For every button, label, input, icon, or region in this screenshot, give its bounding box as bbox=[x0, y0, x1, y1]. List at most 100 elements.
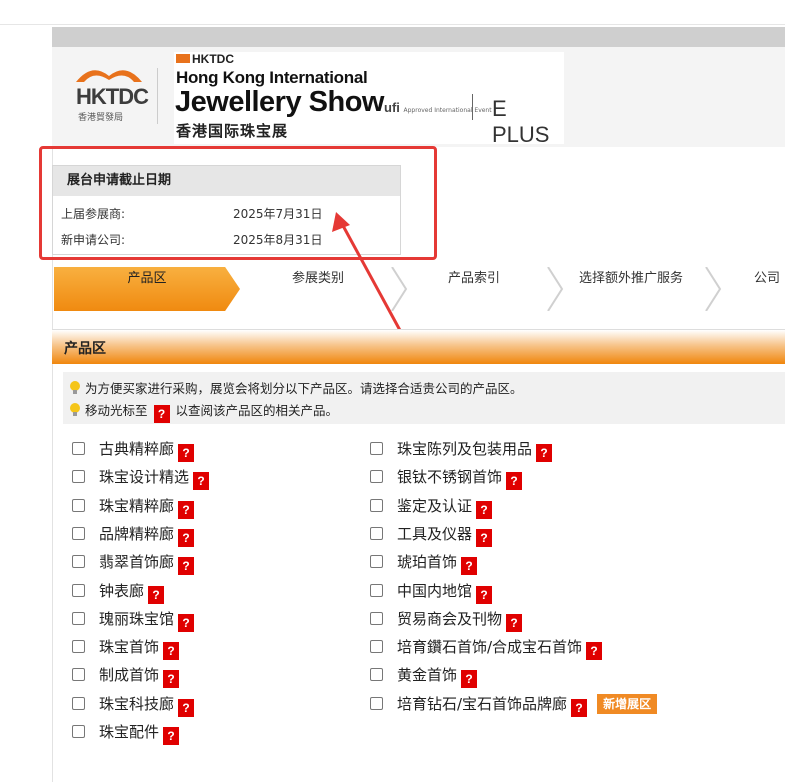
zone-label[interactable]: 珠宝陈列及包装用品? bbox=[397, 438, 553, 462]
help-icon[interactable]: ? bbox=[461, 670, 478, 688]
hktdc-logo[interactable]: HKTDC 香港貿發局 bbox=[72, 62, 152, 128]
help-icon[interactable]: ? bbox=[163, 642, 180, 660]
zone-name: 珠宝陈列及包装用品 bbox=[397, 440, 533, 458]
zone-checkbox[interactable] bbox=[370, 668, 383, 681]
zone-label[interactable]: 鉴定及认证? bbox=[397, 495, 493, 519]
jewellery-show-banner: HKTDC Hong Kong International Jewellery … bbox=[174, 52, 564, 147]
zone-checkbox[interactable] bbox=[72, 640, 85, 653]
zone-label[interactable]: 工具及仪器? bbox=[397, 523, 493, 547]
zone-label[interactable]: 黄金首饰? bbox=[397, 664, 478, 688]
zone-name: 培育钻石/宝石首饰品牌廊 bbox=[397, 695, 568, 713]
step-label: 产品索引 bbox=[447, 271, 500, 286]
tip-text: 为方便买家进行采购，展览会将划分以下产品区。请选择合适贵公司的产品区。 bbox=[85, 381, 523, 396]
zone-label[interactable]: 制成首饰? bbox=[99, 664, 180, 688]
zone-label[interactable]: 钟表廊? bbox=[99, 580, 165, 604]
zone-checkbox[interactable] bbox=[370, 584, 383, 597]
zone-label[interactable]: 银钛不锈钢首饰? bbox=[397, 466, 523, 490]
help-icon[interactable]: ? bbox=[178, 699, 195, 717]
help-icon[interactable]: ? bbox=[476, 586, 493, 604]
tips-box: 为方便买家进行采购，展览会将划分以下产品区。请选择合适贵公司的产品区。 移动光标… bbox=[63, 372, 785, 424]
section-title: 产品区 bbox=[64, 341, 106, 357]
zone-name: 古典精粹廊 bbox=[99, 440, 175, 458]
help-icon[interactable]: ? bbox=[193, 472, 210, 490]
help-icon[interactable]: ? bbox=[178, 614, 195, 632]
zone-checkbox[interactable] bbox=[370, 442, 383, 455]
zone-label[interactable]: 翡翠首饰廊? bbox=[99, 551, 195, 575]
zone-label[interactable]: 珠宝科技廊? bbox=[99, 693, 195, 717]
help-icon[interactable]: ? bbox=[571, 699, 588, 717]
zone-name: 制成首饰 bbox=[99, 666, 160, 684]
tip-line-1: 为方便买家进行采购，展览会将划分以下产品区。请选择合适贵公司的产品区。 bbox=[69, 378, 523, 397]
zone-label[interactable]: 珠宝首饰? bbox=[99, 636, 180, 660]
zone-checkbox[interactable] bbox=[72, 442, 85, 455]
help-icon[interactable]: ? bbox=[506, 472, 523, 490]
step-product-index[interactable]: 产品索引 bbox=[396, 267, 564, 311]
step-category[interactable]: 参展类别 bbox=[240, 267, 408, 311]
zone-label[interactable]: 琥珀首饰? bbox=[397, 551, 478, 575]
zone-checkbox[interactable] bbox=[370, 555, 383, 568]
zone-label[interactable]: 贸易商会及刊物? bbox=[397, 608, 523, 632]
zone-name: 琥珀首饰 bbox=[397, 553, 458, 571]
banner-title-line2: Jewellery Show bbox=[175, 86, 385, 118]
zone-name: 珠宝精粹廊 bbox=[99, 497, 175, 515]
zone-label[interactable]: 瑰丽珠宝馆? bbox=[99, 608, 195, 632]
help-icon[interactable]: ? bbox=[163, 727, 180, 745]
step-label: 选择额外推广服务 bbox=[578, 271, 683, 286]
zone-label[interactable]: 培育钻石/宝石首饰品牌廊? 新增展区 bbox=[397, 693, 658, 717]
logo-divider bbox=[157, 68, 158, 124]
zone-name: 珠宝科技廊 bbox=[99, 695, 175, 713]
zone-checkbox[interactable] bbox=[72, 697, 85, 710]
step-extra-promotion[interactable]: 选择额外推广服务 bbox=[552, 267, 722, 311]
zone-checkbox[interactable] bbox=[72, 584, 85, 597]
zone-label[interactable]: 珠宝配件? bbox=[99, 721, 180, 745]
zone-name: 品牌精粹廊 bbox=[99, 525, 175, 543]
eplus-logo: E PLUS bbox=[492, 96, 550, 147]
tip-text: 移动光标至 bbox=[85, 403, 148, 418]
help-icon[interactable]: ? bbox=[476, 529, 493, 547]
hktdc-sail-icon bbox=[76, 70, 142, 82]
help-icon[interactable]: ? bbox=[178, 444, 195, 462]
step-product-zone[interactable]: 产品区 bbox=[54, 267, 240, 311]
zone-label[interactable]: 品牌精粹廊? bbox=[99, 523, 195, 547]
zone-label[interactable]: 中国内地馆? bbox=[397, 580, 493, 604]
zone-label[interactable]: 珠宝精粹廊? bbox=[99, 495, 195, 519]
zone-name: 鉴定及认证 bbox=[397, 497, 473, 515]
zone-checkbox[interactable] bbox=[370, 499, 383, 512]
zone-name: 中国内地馆 bbox=[397, 582, 473, 600]
zone-checkbox[interactable] bbox=[370, 527, 383, 540]
help-icon[interactable]: ? bbox=[536, 444, 553, 462]
zone-checkbox[interactable] bbox=[72, 470, 85, 483]
zone-checkbox[interactable] bbox=[370, 470, 383, 483]
ufi-logo: ufi Approved International Event bbox=[384, 100, 492, 115]
help-icon[interactable]: ? bbox=[178, 529, 195, 547]
zone-checkbox[interactable] bbox=[72, 499, 85, 512]
section-header: 产品区 bbox=[52, 329, 785, 364]
zone-checkbox[interactable] bbox=[370, 697, 383, 710]
help-icon[interactable]: ? bbox=[476, 501, 493, 519]
help-icon[interactable]: ? bbox=[148, 586, 165, 604]
zone-checkbox[interactable] bbox=[72, 612, 85, 625]
zone-label[interactable]: 培育鑽石首饰/合成宝石首饰? bbox=[397, 636, 603, 660]
step-company[interactable]: 公司 bbox=[710, 267, 785, 311]
zone-checkbox[interactable] bbox=[370, 640, 383, 653]
help-icon[interactable]: ? bbox=[163, 670, 180, 688]
zone-checkbox[interactable] bbox=[370, 612, 383, 625]
browser-top-bar bbox=[0, 0, 785, 25]
zone-name: 工具及仪器 bbox=[397, 525, 473, 543]
help-icon[interactable]: ? bbox=[586, 642, 603, 660]
help-icon: ? bbox=[153, 405, 170, 423]
step-label: 参展类别 bbox=[291, 271, 344, 286]
zone-name: 珠宝首饰 bbox=[99, 638, 160, 656]
zone-label[interactable]: 珠宝设计精选? bbox=[99, 466, 210, 490]
help-icon[interactable]: ? bbox=[178, 557, 195, 575]
zone-checkbox[interactable] bbox=[72, 668, 85, 681]
zone-name: 钟表廊 bbox=[99, 582, 145, 600]
help-icon[interactable]: ? bbox=[178, 501, 195, 519]
zone-checkbox[interactable] bbox=[72, 527, 85, 540]
help-icon[interactable]: ? bbox=[506, 614, 523, 632]
zone-label[interactable]: 古典精粹廊? bbox=[99, 438, 195, 462]
zone-checkbox[interactable] bbox=[72, 555, 85, 568]
zone-checkbox[interactable] bbox=[72, 725, 85, 738]
banner-title-chinese: 香港国际珠宝展 bbox=[176, 122, 289, 140]
help-icon[interactable]: ? bbox=[461, 557, 478, 575]
